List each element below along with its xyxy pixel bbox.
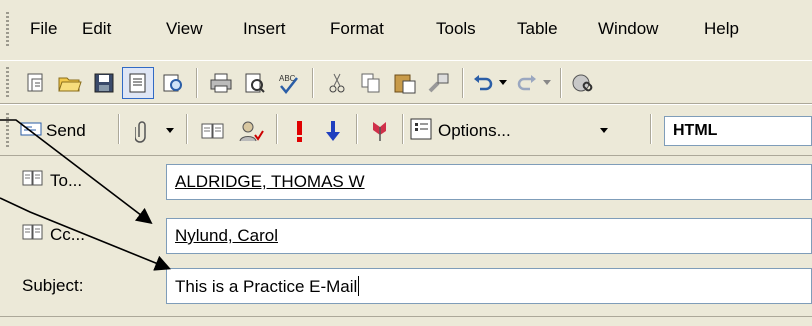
menu-file[interactable]: File (30, 19, 57, 39)
address-book-icon[interactable] (196, 117, 230, 145)
paste-icon[interactable] (390, 69, 420, 97)
attach-dropdown-chevron-down-icon[interactable] (160, 117, 180, 145)
redo-dropdown-chevron-down-icon[interactable] (540, 69, 554, 97)
copy-icon[interactable] (356, 69, 386, 97)
low-importance-icon[interactable] (318, 117, 348, 145)
cc-label: Cc... (50, 224, 85, 244)
toolbar-separator (118, 114, 120, 144)
toolbar-separator (462, 68, 464, 98)
menu-help[interactable]: Help (704, 19, 739, 39)
toolbar-separator (186, 114, 188, 144)
text-cursor (358, 276, 360, 296)
toolbar-separator (560, 68, 562, 98)
undo-dropdown-chevron-down-icon[interactable] (496, 69, 510, 97)
message-header-form: To... ALDRIDGE, THOMAS W Cc... Nylund, C… (0, 156, 812, 316)
menu-tools[interactable]: Tools (436, 19, 476, 39)
menu-table[interactable]: Table (517, 19, 558, 39)
menu-view[interactable]: View (166, 19, 203, 39)
redo-icon[interactable] (514, 69, 540, 97)
to-button[interactable]: To... (22, 169, 82, 192)
cc-button[interactable]: Cc... (22, 223, 85, 246)
undo-icon[interactable] (470, 69, 496, 97)
high-importance-icon[interactable] (284, 117, 314, 145)
message-format-select[interactable]: HTML (664, 116, 812, 146)
toolbar-separator (356, 114, 358, 144)
message-body-top-edge (0, 316, 812, 326)
new-document-icon[interactable] (22, 69, 50, 97)
menu-format[interactable]: Format (330, 19, 384, 39)
follow-up-flag-icon[interactable] (364, 117, 394, 145)
toolbar-separator (196, 68, 198, 98)
to-label: To... (50, 170, 83, 190)
format-painter-icon[interactable] (424, 69, 454, 97)
options-dropdown-chevron-down-icon[interactable] (594, 117, 614, 145)
cut-icon[interactable] (322, 69, 352, 97)
to-recipient[interactable]: ALDRIDGE, THOMAS W (175, 172, 365, 191)
toolbar-grip[interactable] (6, 67, 9, 97)
toolbar-separator (650, 114, 652, 144)
cc-recipient[interactable]: Nylund, Carol (175, 226, 278, 245)
toolbar-grip[interactable] (6, 113, 9, 147)
save-icon[interactable] (90, 69, 118, 97)
print-icon[interactable] (206, 69, 236, 97)
cc-field[interactable]: Nylund, Carol (166, 218, 812, 254)
subject-field[interactable]: This is a Practice E-Mail (166, 268, 812, 304)
address-book-icon (22, 223, 44, 246)
standard-toolbar: ABC (0, 60, 812, 104)
address-book-icon (22, 169, 44, 192)
toolbar-separator (312, 68, 314, 98)
subject-label: Subject: (22, 276, 84, 295)
menu-window[interactable]: Window (598, 19, 658, 39)
send-button[interactable]: Send (20, 117, 112, 145)
send-label: Send (46, 121, 86, 140)
hyperlink-icon[interactable] (568, 69, 598, 97)
send-icon (20, 120, 42, 143)
research-icon[interactable] (158, 69, 188, 97)
toolbar-separator (276, 114, 278, 144)
toolbar-separator (402, 114, 404, 144)
menu-edit[interactable]: Edit (82, 19, 111, 39)
menu-bar: File Edit View Insert Format Tools Table… (0, 0, 812, 60)
options-button[interactable]: Options... (410, 117, 560, 145)
open-folder-icon[interactable] (54, 69, 86, 97)
check-names-icon[interactable] (234, 117, 268, 145)
spelling-icon[interactable]: ABC (274, 69, 304, 97)
menu-insert[interactable]: Insert (243, 19, 286, 39)
options-label: Options... (438, 121, 511, 140)
menubar-grip[interactable] (6, 12, 9, 46)
to-field[interactable]: ALDRIDGE, THOMAS W (166, 164, 812, 200)
permission-icon[interactable] (122, 67, 154, 99)
subject-text: This is a Practice E-Mail (175, 277, 358, 296)
print-preview-icon[interactable] (240, 69, 270, 97)
options-icon (410, 118, 432, 145)
attach-file-icon[interactable] (126, 117, 158, 145)
